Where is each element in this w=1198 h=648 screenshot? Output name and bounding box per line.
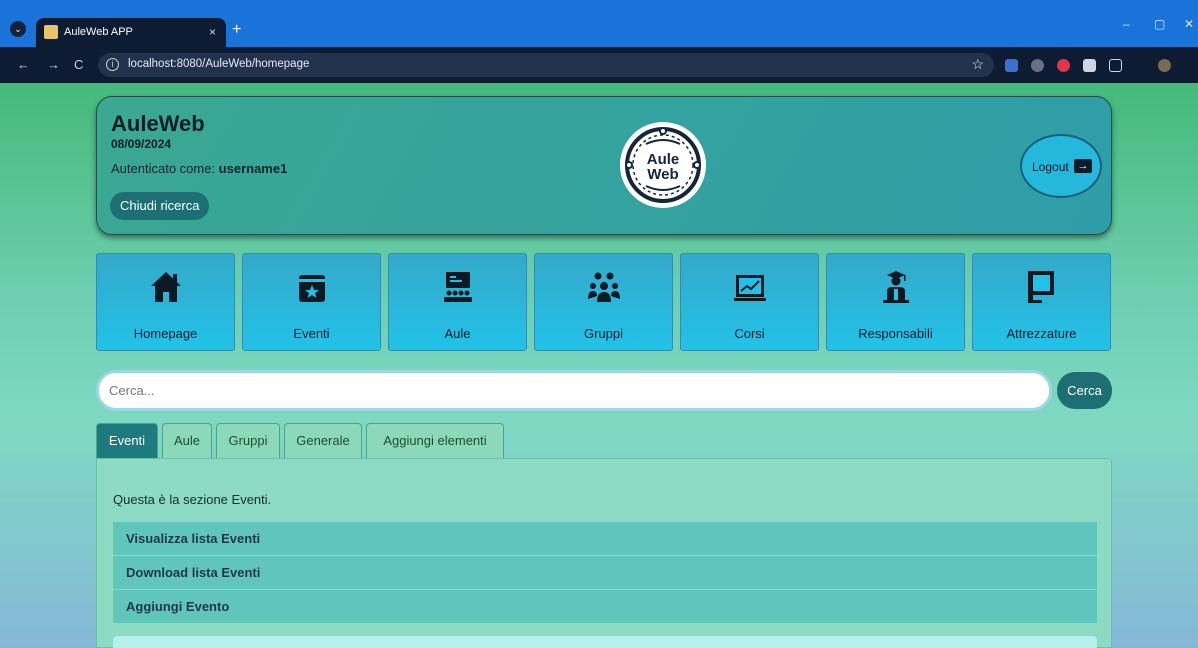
- favicon-icon: [44, 25, 58, 39]
- new-tab-icon[interactable]: +: [232, 22, 241, 38]
- nav-tile-attrezzature[interactable]: Attrezzature: [972, 253, 1111, 351]
- nav-label-aule: Aule: [444, 326, 471, 341]
- logout-button[interactable]: Logout →: [1020, 134, 1102, 198]
- minimize-icon[interactable]: –: [1123, 17, 1130, 31]
- computer-icon: [1027, 271, 1054, 303]
- address-bar: ← → C i localhost:8080/AuleWeb/homepage …: [0, 47, 1198, 83]
- tab-generale[interactable]: Generale: [284, 423, 362, 458]
- url-bar[interactable]: i localhost:8080/AuleWeb/homepage ☆: [98, 53, 994, 77]
- nav-label-responsabili: Responsabili: [858, 326, 933, 341]
- nav-label-homepage: Homepage: [133, 326, 198, 341]
- page-content: AuleWeb 08/09/2024 Autenticato come: use…: [0, 83, 1198, 648]
- brand-title: AuleWeb: [111, 111, 205, 136]
- search-bar: [96, 370, 1052, 411]
- nav-tile-gruppi[interactable]: Gruppi: [534, 253, 673, 351]
- main-navigation: Homepage Eventi Aule Gruppi Corsi Respon…: [96, 253, 1112, 353]
- url-text[interactable]: localhost:8080/AuleWeb/homepage: [128, 58, 309, 70]
- profile-avatar[interactable]: [1158, 59, 1171, 72]
- auleweb-logo: Aule Web: [620, 122, 706, 208]
- window-close-icon[interactable]: ✕: [1184, 17, 1194, 31]
- tab-eventi[interactable]: Eventi: [96, 423, 158, 458]
- teacher-icon: [882, 271, 909, 303]
- search-input[interactable]: [96, 370, 1052, 411]
- nav-tile-homepage[interactable]: Homepage: [96, 253, 235, 351]
- tab-close-icon[interactable]: ×: [209, 25, 216, 39]
- nav-tile-aule[interactable]: Aule: [388, 253, 527, 351]
- maximize-icon[interactable]: ▢: [1154, 17, 1165, 31]
- search-button[interactable]: Cerca: [1057, 372, 1112, 409]
- chart-board-icon: [733, 275, 766, 301]
- block-extension-icon[interactable]: [1057, 59, 1070, 72]
- content-box: [113, 636, 1097, 648]
- logo-text-web: Web: [647, 166, 678, 183]
- bookmark-star-icon[interactable]: ☆: [971, 56, 984, 73]
- logout-arrow-icon: →: [1074, 159, 1092, 173]
- site-info-icon[interactable]: i: [106, 58, 119, 71]
- extension-icon[interactable]: [1005, 59, 1018, 72]
- browser-tab[interactable]: AuleWeb APP ×: [36, 18, 226, 47]
- nav-tile-eventi[interactable]: Eventi: [242, 253, 381, 351]
- tab-search-icon[interactable]: ⌄: [10, 21, 26, 37]
- nav-tile-corsi[interactable]: Corsi: [680, 253, 819, 351]
- classroom-icon: [443, 272, 472, 302]
- reload-icon[interactable]: C: [74, 58, 83, 72]
- header-date: 08/09/2024: [111, 137, 172, 151]
- auth-username: username1: [218, 161, 288, 176]
- nav-label-corsi: Corsi: [734, 326, 765, 341]
- tab-aggiungi-elementi[interactable]: Aggiungi elementi: [366, 423, 504, 458]
- shield-extension-icon[interactable]: [1031, 59, 1044, 72]
- section-intro: Questa è la sezione Eventi.: [113, 492, 272, 507]
- browser-tab-bar: ⌄ AuleWeb APP × + – ▢ ✕: [0, 0, 1198, 47]
- tab-gruppi[interactable]: Gruppi: [216, 423, 280, 458]
- accordion-item-aggiungi-evento[interactable]: Aggiungi Evento: [113, 589, 1097, 623]
- accordion-item-download-eventi[interactable]: Download lista Eventi: [113, 555, 1097, 589]
- nav-label-attrezzature: Attrezzature: [1006, 326, 1077, 341]
- calendar-star-icon: [298, 275, 325, 302]
- forward-icon[interactable]: →: [47, 58, 60, 72]
- site-header: AuleWeb 08/09/2024 Autenticato come: use…: [96, 96, 1112, 235]
- nav-label-eventi: Eventi: [293, 326, 330, 341]
- home-icon: [150, 272, 181, 302]
- tab-title: AuleWeb APP: [64, 26, 133, 38]
- logout-label: Logout: [1032, 160, 1069, 174]
- users-icon: [587, 272, 620, 302]
- back-icon[interactable]: ←: [17, 58, 30, 72]
- reader-extension-icon[interactable]: [1083, 59, 1096, 72]
- tab-aule[interactable]: Aule: [162, 423, 212, 458]
- puzzle-extensions-icon[interactable]: [1109, 59, 1122, 72]
- nav-tile-responsabili[interactable]: Responsabili: [826, 253, 965, 351]
- auth-status: Autenticato come: username1: [111, 161, 287, 176]
- close-search-button[interactable]: Chiudi ricerca: [110, 192, 210, 220]
- tab-panel-eventi: Questa è la sezione Eventi. Visualizza l…: [96, 458, 1112, 648]
- accordion-item-visualizza-eventi[interactable]: Visualizza lista Eventi: [113, 521, 1097, 555]
- nav-label-gruppi: Gruppi: [583, 326, 624, 341]
- auth-prefix: Autenticato come:: [111, 161, 219, 176]
